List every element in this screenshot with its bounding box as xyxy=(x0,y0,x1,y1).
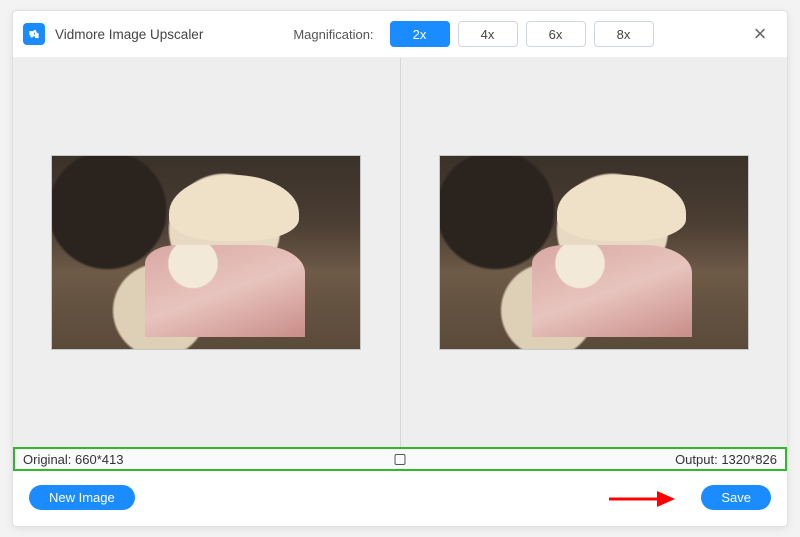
magnification-option-6x[interactable]: 6x xyxy=(526,21,586,47)
output-dimensions-value: 1320*826 xyxy=(721,452,777,467)
original-dimensions-label: Original: xyxy=(23,452,71,467)
header-bar: Vidmore Image Upscaler Magnification: 2x… xyxy=(13,11,787,58)
save-button[interactable]: Save xyxy=(701,485,771,510)
preview-area xyxy=(13,58,787,447)
app-title: Vidmore Image Upscaler xyxy=(55,27,203,42)
app-logo-icon xyxy=(23,23,45,45)
original-preview-pane xyxy=(13,58,400,447)
original-dimensions-value: 660*413 xyxy=(75,452,123,467)
magnification-option-4x[interactable]: 4x xyxy=(458,21,518,47)
output-preview-pane xyxy=(401,58,788,447)
magnification-group: 2x 4x 6x 8x xyxy=(390,21,654,47)
output-dimensions: Output: 1320*826 xyxy=(675,452,777,467)
original-dimensions: Original: 660*413 xyxy=(23,452,124,467)
app-window: Vidmore Image Upscaler Magnification: 2x… xyxy=(12,10,788,527)
magnification-option-2x[interactable]: 2x xyxy=(390,21,450,47)
output-image xyxy=(439,155,749,350)
output-dimensions-label: Output: xyxy=(675,452,718,467)
compare-handle-icon[interactable] xyxy=(395,454,406,465)
new-image-button[interactable]: New Image xyxy=(29,485,135,510)
puzzle-icon xyxy=(27,27,41,41)
magnification-option-8x[interactable]: 8x xyxy=(594,21,654,47)
dimensions-info-bar: Original: 660*413 Output: 1320*826 xyxy=(13,447,787,471)
close-icon[interactable]: × xyxy=(747,21,773,47)
magnification-label: Magnification: xyxy=(293,27,373,42)
footer-bar: New Image Save xyxy=(13,471,787,526)
original-image xyxy=(51,155,361,350)
